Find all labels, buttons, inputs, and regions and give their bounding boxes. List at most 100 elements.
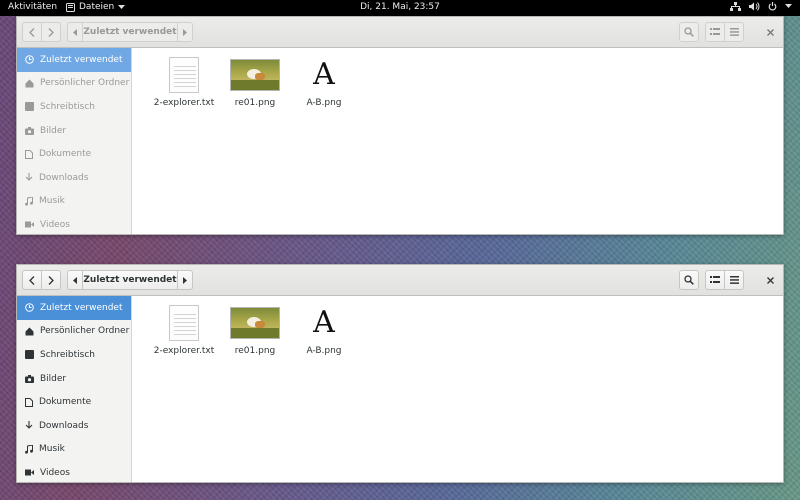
file-view[interactable]: 2-explorer.txt re01.png A A-B.png	[133, 296, 783, 482]
sidebar-item-recent[interactable]: Zuletzt verwendet	[17, 296, 131, 320]
view-toggle-button[interactable]	[705, 22, 725, 42]
sidebar-item-recent[interactable]: Zuletzt verwendet	[17, 48, 131, 72]
file-name: A-B.png	[306, 98, 342, 108]
hamburger-icon	[729, 276, 739, 284]
header-bar: Zuletzt verwendet	[17, 265, 783, 296]
sidebar-item-documents[interactable]: Dokumente	[17, 390, 131, 414]
view-toggle-button[interactable]	[705, 270, 725, 290]
document-icon	[25, 397, 33, 407]
sidebar-item-label: Schreibtisch	[40, 101, 95, 112]
file-manager-window-inactive[interactable]: Zuletzt verwendet Zuletzt verwendet Pers…	[16, 16, 784, 235]
file-item[interactable]: re01.png	[219, 304, 291, 356]
music-icon	[25, 196, 33, 206]
system-tray[interactable]	[730, 2, 792, 11]
file-manager-window-active[interactable]: Zuletzt verwendet Zuletzt verwendet Pers…	[16, 264, 784, 483]
letter-thumbnail: A	[313, 305, 335, 340]
back-button[interactable]	[22, 270, 42, 290]
sidebar-item-music[interactable]: Musik	[17, 438, 131, 462]
network-icon	[730, 2, 741, 11]
close-button[interactable]	[761, 271, 779, 289]
triangle-left-icon	[73, 276, 77, 284]
caret-down-icon	[785, 4, 792, 9]
path-scroll-left-button[interactable]	[67, 22, 83, 42]
image-thumbnail	[230, 59, 280, 91]
file-name: 2-explorer.txt	[153, 98, 215, 108]
close-icon	[766, 28, 774, 36]
clock-icon	[25, 55, 34, 65]
chevron-right-icon	[48, 27, 54, 37]
sidebar-item-home[interactable]: Persönlicher Ordner	[17, 72, 131, 96]
sidebar-item-music[interactable]: Musik	[17, 190, 131, 214]
search-icon	[684, 27, 694, 37]
file-name: 2-explorer.txt	[153, 346, 215, 356]
triangle-right-icon	[183, 276, 187, 284]
back-button[interactable]	[22, 22, 42, 42]
desktop-icon	[25, 102, 34, 112]
text-file-icon	[169, 305, 199, 341]
sidebar-item-label: Bilder	[40, 125, 67, 136]
forward-button[interactable]	[41, 270, 61, 290]
sidebar-item-desktop[interactable]: Schreibtisch	[17, 95, 131, 119]
sidebar-item-downloads[interactable]: Downloads	[17, 166, 131, 190]
sidebar-item-label: Zuletzt verwendet	[40, 54, 123, 65]
file-item[interactable]: 2-explorer.txt	[148, 304, 220, 356]
file-item[interactable]: A A-B.png	[288, 304, 360, 356]
file-view[interactable]: 2-explorer.txt re01.png A A-B.png	[133, 48, 783, 234]
search-icon	[684, 275, 694, 285]
camera-icon	[25, 374, 34, 383]
file-item[interactable]: re01.png	[219, 56, 291, 108]
search-button[interactable]	[679, 270, 699, 290]
file-item[interactable]: A A-B.png	[288, 56, 360, 108]
camera-icon	[25, 126, 34, 135]
sidebar-item-documents[interactable]: Dokumente	[17, 142, 131, 166]
header-bar: Zuletzt verwendet	[17, 17, 783, 48]
file-item[interactable]: 2-explorer.txt	[148, 56, 220, 108]
sidebar-item-home[interactable]: Persönlicher Ordner	[17, 320, 131, 344]
close-button[interactable]	[761, 23, 779, 41]
path-bar-current[interactable]: Zuletzt verwendet	[82, 22, 178, 42]
sidebar: Zuletzt verwendet Persönlicher Ordner Sc…	[17, 48, 132, 234]
text-file-icon	[169, 57, 199, 93]
music-icon	[25, 444, 33, 454]
home-icon	[25, 79, 34, 88]
forward-button[interactable]	[41, 22, 61, 42]
path-scroll-right-button[interactable]	[177, 270, 193, 290]
chevron-right-icon	[48, 275, 54, 285]
top-bar: Aktivitäten Dateien Di, 21. Mai, 23:57	[0, 0, 800, 16]
triangle-right-icon	[183, 28, 187, 36]
clock-icon	[25, 303, 34, 313]
sidebar-item-downloads[interactable]: Downloads	[17, 414, 131, 438]
sidebar-item-label: Musik	[39, 444, 65, 455]
sidebar-item-label: Videos	[40, 219, 70, 230]
triangle-left-icon	[73, 28, 77, 36]
sidebar-item-pictures[interactable]: Bilder	[17, 119, 131, 143]
home-icon	[25, 327, 34, 336]
sidebar-item-label: Schreibtisch	[40, 349, 95, 360]
sidebar-item-label: Musik	[39, 196, 65, 207]
image-thumbnail	[230, 307, 280, 339]
sidebar-item-desktop[interactable]: Schreibtisch	[17, 343, 131, 367]
search-button[interactable]	[679, 22, 699, 42]
sidebar-item-label: Persönlicher Ordner	[40, 78, 130, 89]
list-view-icon	[710, 28, 720, 35]
sidebar-item-videos[interactable]: Videos	[17, 213, 131, 234]
letter-thumbnail: A	[313, 57, 335, 92]
download-icon	[25, 173, 33, 182]
path-bar-current[interactable]: Zuletzt verwendet	[82, 270, 178, 290]
menu-button[interactable]	[724, 22, 744, 42]
hamburger-icon	[729, 28, 739, 36]
clock[interactable]: Di, 21. Mai, 23:57	[0, 2, 800, 12]
file-name: re01.png	[234, 98, 276, 108]
path-scroll-left-button[interactable]	[67, 270, 83, 290]
chevron-left-icon	[29, 27, 35, 37]
sidebar-item-label: Bilder	[40, 373, 67, 384]
sidebar-item-videos[interactable]: Videos	[17, 461, 131, 482]
sidebar: Zuletzt verwendet Persönlicher Ordner Sc…	[17, 296, 132, 482]
sidebar-item-label: Videos	[40, 467, 70, 478]
sidebar-item-label: Downloads	[39, 420, 89, 431]
menu-button[interactable]	[724, 270, 744, 290]
document-icon	[25, 149, 33, 159]
path-scroll-right-button[interactable]	[177, 22, 193, 42]
sidebar-item-pictures[interactable]: Bilder	[17, 367, 131, 391]
sidebar-item-label: Persönlicher Ordner	[40, 326, 130, 337]
